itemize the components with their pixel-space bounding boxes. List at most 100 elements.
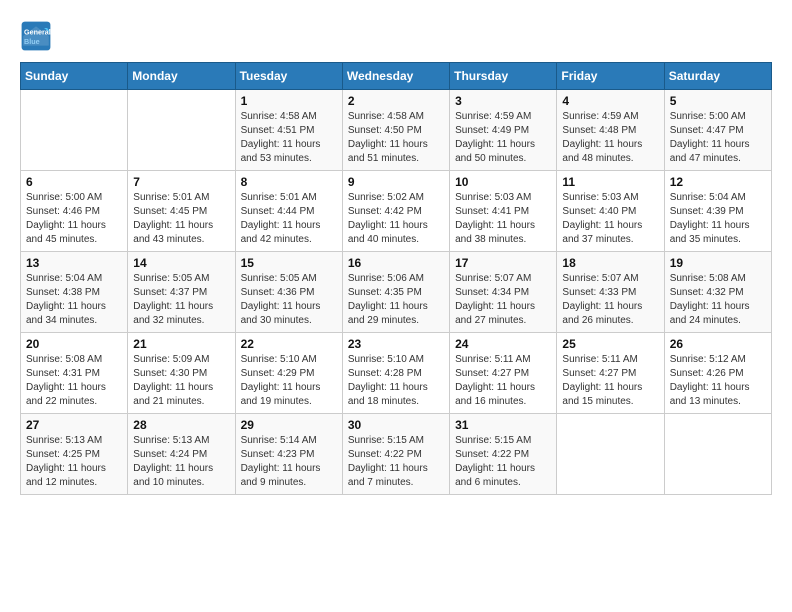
calendar-week-3: 13 Sunrise: 5:04 AM Sunset: 4:38 PM Dayli… (21, 252, 772, 333)
day-info: Sunrise: 5:00 AM Sunset: 4:47 PM Dayligh… (670, 110, 766, 166)
calendar-cell: 14 Sunrise: 5:05 AM Sunset: 4:37 PM Dayli… (128, 252, 235, 333)
calendar-cell: 30 Sunrise: 5:15 AM Sunset: 4:22 PM Dayli… (342, 414, 449, 495)
calendar-body: 1 Sunrise: 4:58 AM Sunset: 4:51 PM Daylig… (21, 90, 772, 495)
day-info: Sunrise: 5:12 AM Sunset: 4:26 PM Dayligh… (670, 353, 766, 409)
calendar-cell: 23 Sunrise: 5:10 AM Sunset: 4:28 PM Dayli… (342, 333, 449, 414)
day-info: Sunrise: 5:04 AM Sunset: 4:38 PM Dayligh… (26, 272, 122, 328)
day-number: 8 (241, 175, 337, 189)
day-number: 15 (241, 256, 337, 270)
calendar-week-2: 6Sunrise: 5:00 AM Sunset: 4:46 PM Daylig… (21, 171, 772, 252)
calendar-cell: 31 Sunrise: 5:15 AM Sunset: 4:22 PM Dayli… (450, 414, 557, 495)
day-header-wednesday: Wednesday (342, 63, 449, 90)
page-header: General Blue (20, 20, 772, 52)
calendar-cell: 5 Sunrise: 5:00 AM Sunset: 4:47 PM Daylig… (664, 90, 771, 171)
day-number: 3 (455, 94, 551, 108)
day-number: 28 (133, 418, 229, 432)
day-info: Sunrise: 5:13 AM Sunset: 4:24 PM Dayligh… (133, 434, 229, 490)
day-number: 27 (26, 418, 122, 432)
calendar-cell: 10Sunrise: 5:03 AM Sunset: 4:41 PM Dayli… (450, 171, 557, 252)
calendar-table: SundayMondayTuesdayWednesdayThursdayFrid… (20, 62, 772, 495)
calendar-week-4: 20 Sunrise: 5:08 AM Sunset: 4:31 PM Dayli… (21, 333, 772, 414)
day-number: 19 (670, 256, 766, 270)
calendar-cell: 29 Sunrise: 5:14 AM Sunset: 4:23 PM Dayli… (235, 414, 342, 495)
logo-icon: General Blue (20, 20, 52, 52)
logo: General Blue (20, 20, 56, 52)
calendar-cell: 26 Sunrise: 5:12 AM Sunset: 4:26 PM Dayli… (664, 333, 771, 414)
calendar-cell (21, 90, 128, 171)
day-number: 18 (562, 256, 658, 270)
day-number: 9 (348, 175, 444, 189)
calendar-cell: 3 Sunrise: 4:59 AM Sunset: 4:49 PM Daylig… (450, 90, 557, 171)
calendar-cell: 25Sunrise: 5:11 AM Sunset: 4:27 PM Dayli… (557, 333, 664, 414)
calendar-cell: 15 Sunrise: 5:05 AM Sunset: 4:36 PM Dayli… (235, 252, 342, 333)
day-header-saturday: Saturday (664, 63, 771, 90)
day-info: Sunrise: 5:15 AM Sunset: 4:22 PM Dayligh… (348, 434, 444, 490)
day-info: Sunrise: 5:03 AM Sunset: 4:41 PM Dayligh… (455, 191, 551, 247)
day-number: 7 (133, 175, 229, 189)
day-number: 12 (670, 175, 766, 189)
calendar-cell: 1 Sunrise: 4:58 AM Sunset: 4:51 PM Daylig… (235, 90, 342, 171)
day-info: Sunrise: 5:01 AM Sunset: 4:44 PM Dayligh… (241, 191, 337, 247)
calendar-cell: 6Sunrise: 5:00 AM Sunset: 4:46 PM Daylig… (21, 171, 128, 252)
day-info: Sunrise: 5:08 AM Sunset: 4:31 PM Dayligh… (26, 353, 122, 409)
day-number: 31 (455, 418, 551, 432)
calendar-cell: 19Sunrise: 5:08 AM Sunset: 4:32 PM Dayli… (664, 252, 771, 333)
day-number: 24 (455, 337, 551, 351)
day-number: 21 (133, 337, 229, 351)
day-info: Sunrise: 4:58 AM Sunset: 4:51 PM Dayligh… (241, 110, 337, 166)
calendar-week-1: 1 Sunrise: 4:58 AM Sunset: 4:51 PM Daylig… (21, 90, 772, 171)
day-info: Sunrise: 5:14 AM Sunset: 4:23 PM Dayligh… (241, 434, 337, 490)
day-info: Sunrise: 5:03 AM Sunset: 4:40 PM Dayligh… (562, 191, 658, 247)
day-info: Sunrise: 5:07 AM Sunset: 4:34 PM Dayligh… (455, 272, 551, 328)
day-info: Sunrise: 5:04 AM Sunset: 4:39 PM Dayligh… (670, 191, 766, 247)
day-number: 17 (455, 256, 551, 270)
calendar-cell: 22 Sunrise: 5:10 AM Sunset: 4:29 PM Dayli… (235, 333, 342, 414)
day-number: 30 (348, 418, 444, 432)
calendar-header: SundayMondayTuesdayWednesdayThursdayFrid… (21, 63, 772, 90)
day-info: Sunrise: 5:10 AM Sunset: 4:29 PM Dayligh… (241, 353, 337, 409)
day-info: Sunrise: 4:59 AM Sunset: 4:48 PM Dayligh… (562, 110, 658, 166)
calendar-cell: 9 Sunrise: 5:02 AM Sunset: 4:42 PM Daylig… (342, 171, 449, 252)
calendar-cell: 21 Sunrise: 5:09 AM Sunset: 4:30 PM Dayli… (128, 333, 235, 414)
day-number: 5 (670, 94, 766, 108)
day-info: Sunrise: 5:05 AM Sunset: 4:37 PM Dayligh… (133, 272, 229, 328)
calendar-cell: 2 Sunrise: 4:58 AM Sunset: 4:50 PM Daylig… (342, 90, 449, 171)
calendar-cell: 17 Sunrise: 5:07 AM Sunset: 4:34 PM Dayli… (450, 252, 557, 333)
day-info: Sunrise: 5:10 AM Sunset: 4:28 PM Dayligh… (348, 353, 444, 409)
day-header-sunday: Sunday (21, 63, 128, 90)
day-info: Sunrise: 5:11 AM Sunset: 4:27 PM Dayligh… (455, 353, 551, 409)
day-number: 2 (348, 94, 444, 108)
day-header-friday: Friday (557, 63, 664, 90)
day-number: 20 (26, 337, 122, 351)
day-info: Sunrise: 5:13 AM Sunset: 4:25 PM Dayligh… (26, 434, 122, 490)
day-number: 22 (241, 337, 337, 351)
day-number: 13 (26, 256, 122, 270)
calendar-cell: 12 Sunrise: 5:04 AM Sunset: 4:39 PM Dayli… (664, 171, 771, 252)
day-number: 29 (241, 418, 337, 432)
day-info: Sunrise: 5:02 AM Sunset: 4:42 PM Dayligh… (348, 191, 444, 247)
calendar-week-5: 27 Sunrise: 5:13 AM Sunset: 4:25 PM Dayli… (21, 414, 772, 495)
day-info: Sunrise: 5:01 AM Sunset: 4:45 PM Dayligh… (133, 191, 229, 247)
calendar-cell: 11Sunrise: 5:03 AM Sunset: 4:40 PM Dayli… (557, 171, 664, 252)
day-info: Sunrise: 5:00 AM Sunset: 4:46 PM Dayligh… (26, 191, 122, 247)
day-number: 14 (133, 256, 229, 270)
calendar-cell: 24 Sunrise: 5:11 AM Sunset: 4:27 PM Dayli… (450, 333, 557, 414)
calendar-cell (128, 90, 235, 171)
day-info: Sunrise: 5:07 AM Sunset: 4:33 PM Dayligh… (562, 272, 658, 328)
day-number: 1 (241, 94, 337, 108)
day-info: Sunrise: 5:15 AM Sunset: 4:22 PM Dayligh… (455, 434, 551, 490)
calendar-cell: 20 Sunrise: 5:08 AM Sunset: 4:31 PM Dayli… (21, 333, 128, 414)
calendar-cell: 4Sunrise: 4:59 AM Sunset: 4:48 PM Daylig… (557, 90, 664, 171)
day-info: Sunrise: 5:05 AM Sunset: 4:36 PM Dayligh… (241, 272, 337, 328)
calendar-cell: 16Sunrise: 5:06 AM Sunset: 4:35 PM Dayli… (342, 252, 449, 333)
day-number: 26 (670, 337, 766, 351)
day-number: 23 (348, 337, 444, 351)
calendar-cell: 7 Sunrise: 5:01 AM Sunset: 4:45 PM Daylig… (128, 171, 235, 252)
day-header-monday: Monday (128, 63, 235, 90)
calendar-cell (664, 414, 771, 495)
day-info: Sunrise: 5:09 AM Sunset: 4:30 PM Dayligh… (133, 353, 229, 409)
calendar-cell (557, 414, 664, 495)
day-info: Sunrise: 4:58 AM Sunset: 4:50 PM Dayligh… (348, 110, 444, 166)
day-info: Sunrise: 4:59 AM Sunset: 4:49 PM Dayligh… (455, 110, 551, 166)
calendar-cell: 28 Sunrise: 5:13 AM Sunset: 4:24 PM Dayli… (128, 414, 235, 495)
